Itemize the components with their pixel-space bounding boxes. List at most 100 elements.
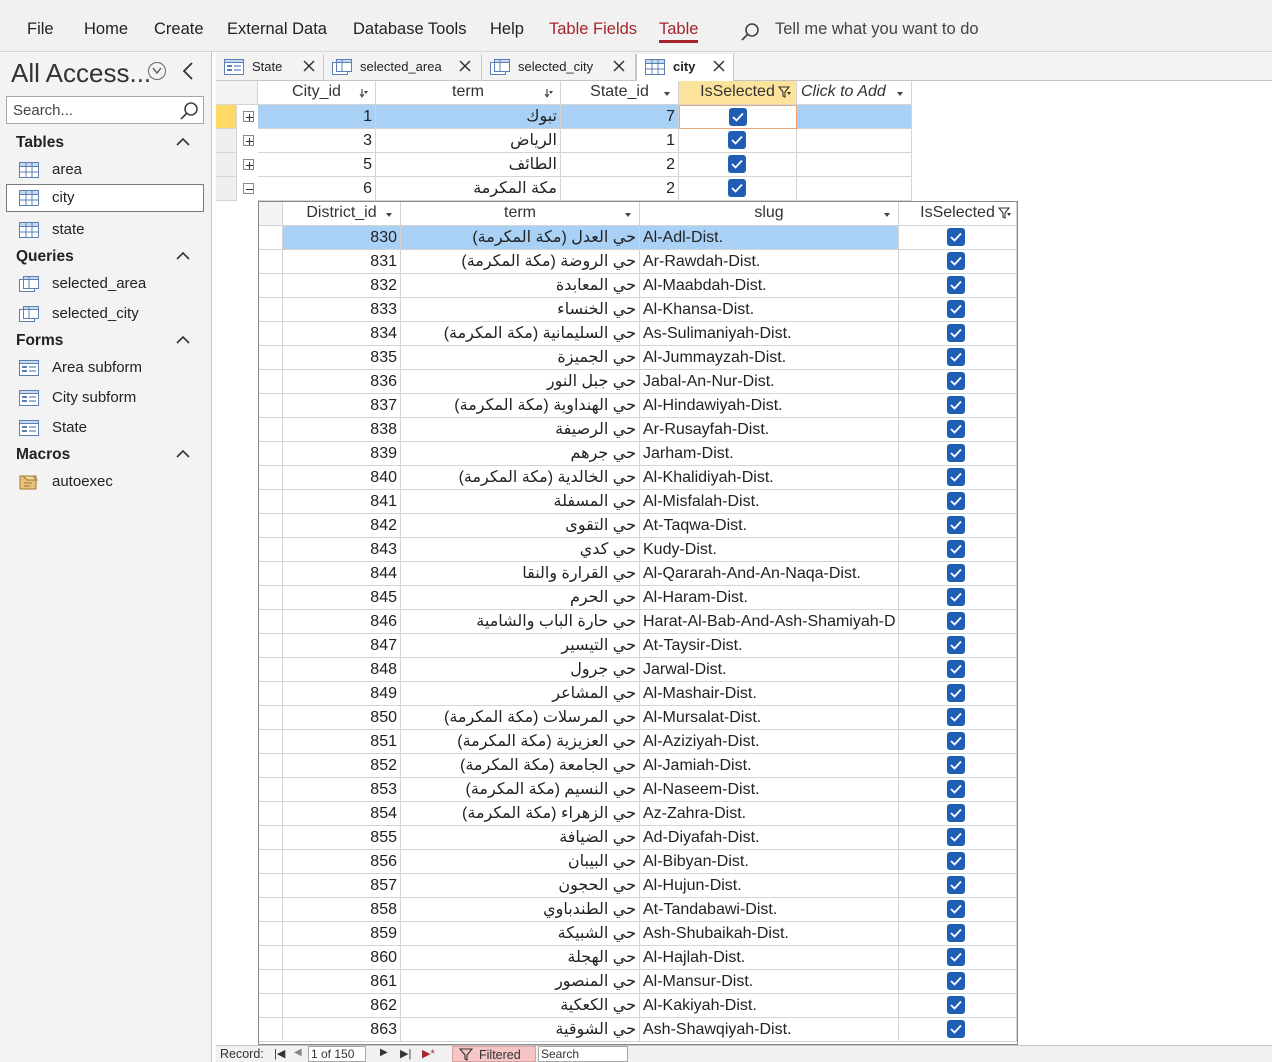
cell-isselected[interactable] [899,874,1017,898]
cell-slug[interactable]: Ash-Shubaikah-Dist. [640,922,899,946]
cell-slug[interactable]: Al-Maabdah-Dist. [640,274,899,298]
previous-record-button[interactable]: ◀ [294,1047,302,1058]
checkbox-checked[interactable] [947,660,965,678]
cell-district-id[interactable]: 845 [283,586,401,610]
cell-slug[interactable]: As-Sulimaniyah-Dist. [640,322,899,346]
cell-district-id[interactable]: 851 [283,730,401,754]
cell-slug[interactable]: Al-Misfalah-Dist. [640,490,899,514]
first-record-button[interactable]: |◀ [274,1047,285,1060]
checkbox-checked[interactable] [947,828,965,846]
cell-term[interactable]: حي العزيزية (مكة المكرمة) [401,730,640,754]
cell-isselected[interactable] [899,442,1017,466]
cell-isselected[interactable] [899,346,1017,370]
cell-slug[interactable]: Al-Khansa-Dist. [640,298,899,322]
sub-column-header-term[interactable]: term [401,202,640,226]
cell-term[interactable]: حي الحرم [401,586,640,610]
cell-term[interactable]: حي الرصيفة [401,418,640,442]
cell-slug[interactable]: Jabal-An-Nur-Dist. [640,370,899,394]
checkbox-checked[interactable] [947,300,965,318]
cell-click-to-add[interactable] [797,129,912,153]
menu-external-data[interactable]: External Data [227,20,327,39]
checkbox-checked[interactable] [947,852,965,870]
nav-dropdown-button[interactable] [148,62,166,80]
cell-city-id[interactable]: 1 [258,105,376,129]
cell-isselected[interactable] [899,826,1017,850]
checkbox-checked[interactable] [947,468,965,486]
row-selector[interactable] [259,682,283,706]
checkbox-checked[interactable] [947,324,965,342]
close-icon[interactable] [612,59,626,73]
cell-isselected[interactable] [679,177,797,201]
cell-district-id[interactable]: 853 [283,778,401,802]
row-selector[interactable] [259,658,283,682]
cell-term[interactable]: حي التقوى [401,514,640,538]
expand-row-icon[interactable] [243,135,254,146]
cell-term[interactable]: حي المنصور [401,970,640,994]
checkbox-checked[interactable] [947,996,965,1014]
next-record-button[interactable]: ▶ [380,1047,388,1058]
checkbox-checked[interactable] [947,228,965,246]
cell-term[interactable]: حي الجميزة [401,346,640,370]
cell-district-id[interactable]: 839 [283,442,401,466]
checkbox-checked[interactable] [947,516,965,534]
row-selector[interactable] [216,129,237,153]
cell-district-id[interactable]: 834 [283,322,401,346]
cell-click-to-add[interactable] [797,105,912,129]
nav-item-city[interactable]: city [6,184,204,212]
row-selector[interactable] [259,538,283,562]
last-record-button[interactable]: ▶| [400,1047,411,1060]
row-selector[interactable] [259,490,283,514]
row-selector[interactable] [259,802,283,826]
row-selector[interactable] [259,514,283,538]
cell-slug[interactable]: Al-Hindawiyah-Dist. [640,394,899,418]
dropdown-arrow-icon[interactable] [384,209,394,219]
checkbox-checked[interactable] [947,756,965,774]
cell-slug[interactable]: Al-Hujun-Dist. [640,874,899,898]
row-selector[interactable] [216,105,237,129]
row-selector[interactable] [259,466,283,490]
checkbox-checked[interactable] [728,179,746,197]
cell-city-id[interactable]: 5 [258,153,376,177]
cell-term[interactable]: حي الخنساء [401,298,640,322]
cell-district-id[interactable]: 846 [283,610,401,634]
cell-district-id[interactable]: 848 [283,658,401,682]
checkbox-checked[interactable] [947,948,965,966]
cell-term[interactable]: حي المرسلات (مكة المكرمة) [401,706,640,730]
cell-district-id[interactable]: 862 [283,994,401,1018]
cell-slug[interactable]: Ad-Diyafah-Dist. [640,826,899,850]
cell-isselected[interactable] [899,538,1017,562]
row-selector[interactable] [259,610,283,634]
cell-term[interactable]: حي الجامعة (مكة المكرمة) [401,754,640,778]
cell-district-id[interactable]: 854 [283,802,401,826]
cell-slug[interactable]: Harat-Al-Bab-And-Ash-Shamiyah-D [640,610,899,634]
cell-state-id[interactable]: 1 [561,129,679,153]
close-icon[interactable] [458,59,472,73]
record-search-box[interactable] [538,1046,628,1062]
cell-slug[interactable]: Al-Mursalat-Dist. [640,706,899,730]
checkbox-checked[interactable] [947,372,965,390]
nav-item-selected-area[interactable]: selected_area [6,270,204,298]
row-selector[interactable] [259,754,283,778]
nav-pane-title[interactable]: All Access... [11,58,151,89]
checkbox-checked[interactable] [947,540,965,558]
cell-term[interactable]: حي جبل النور [401,370,640,394]
row-selector[interactable] [259,898,283,922]
cell-slug[interactable]: Al-Jummayzah-Dist. [640,346,899,370]
cell-isselected[interactable] [899,802,1017,826]
row-selector[interactable] [259,586,283,610]
column-header-term[interactable]: term [376,81,561,105]
row-selector[interactable] [216,153,237,177]
row-selector[interactable] [259,946,283,970]
row-selector[interactable] [259,874,283,898]
cell-slug[interactable]: Ash-Shawqiyah-Dist. [640,1018,899,1042]
cell-slug[interactable]: At-Taqwa-Dist. [640,514,899,538]
cell-district-id[interactable]: 836 [283,370,401,394]
tab-city[interactable]: city [636,54,734,82]
row-selector[interactable] [259,634,283,658]
cell-isselected[interactable] [899,586,1017,610]
cell-slug[interactable]: Al-Jamiah-Dist. [640,754,899,778]
cell-isselected[interactable] [899,226,1017,250]
nav-group-forms[interactable]: Forms [16,332,63,350]
cell-term[interactable]: حي الكعكية [401,994,640,1018]
cell-term[interactable]: حي السليمانية (مكة المكرمة) [401,322,640,346]
